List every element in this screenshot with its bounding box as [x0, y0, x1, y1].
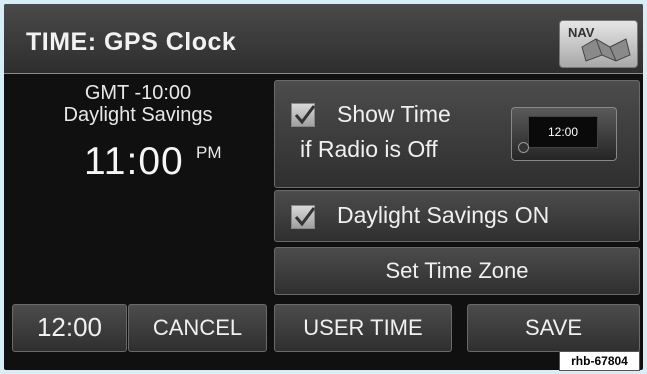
title-bar: TIME: GPS Clock NAV	[4, 4, 643, 74]
daylight-savings-status: Daylight Savings	[63, 104, 213, 126]
checkmark-icon	[294, 207, 316, 227]
radio-knob-icon	[518, 142, 529, 153]
nav-button[interactable]: NAV	[559, 20, 638, 68]
image-reference-tag: rhb-67804	[559, 351, 640, 371]
show-time-if-radio-off-button[interactable]: Show Time if Radio is Off 12:00	[274, 80, 640, 188]
current-time-panel: GMT -10:00 Daylight Savings 11:00 PM	[4, 74, 272, 299]
timezone-label: GMT -10:00	[84, 82, 192, 104]
radio-display-time: 12:00	[528, 116, 598, 148]
clock-settings-screen: TIME: GPS Clock NAV GMT -10:00 Daylight …	[4, 4, 643, 370]
cancel-button[interactable]: CANCEL	[128, 304, 267, 352]
am-pm-indicator: PM	[196, 143, 222, 162]
user-time-button[interactable]: USER TIME	[274, 304, 452, 352]
cancel-label: CANCEL	[152, 315, 243, 340]
page-title: TIME: GPS Clock	[26, 28, 237, 56]
save-label: SAVE	[524, 315, 583, 340]
daylight-savings-label: Daylight Savings ON	[337, 202, 550, 228]
show-time-label: Show Time	[337, 101, 451, 127]
current-time: 11:00	[84, 140, 184, 183]
show-time-checkbox[interactable]	[291, 103, 316, 127]
set-time-zone-label: Set Time Zone	[385, 258, 529, 283]
if-radio-off-label: if Radio is Off	[300, 136, 438, 162]
daylight-savings-button[interactable]: Daylight Savings ON	[274, 190, 640, 242]
user-time-label: USER TIME	[303, 315, 423, 340]
daylight-savings-checkbox[interactable]	[291, 205, 316, 229]
map-icon	[581, 38, 631, 62]
checkmark-icon	[294, 105, 316, 125]
save-button[interactable]: SAVE	[467, 304, 640, 352]
radio-display-icon: 12:00	[511, 107, 617, 161]
clock-format-button[interactable]: 12:00	[12, 304, 127, 352]
set-time-zone-button[interactable]: Set Time Zone	[274, 247, 640, 295]
clock-format-label: 12:00	[36, 312, 103, 342]
